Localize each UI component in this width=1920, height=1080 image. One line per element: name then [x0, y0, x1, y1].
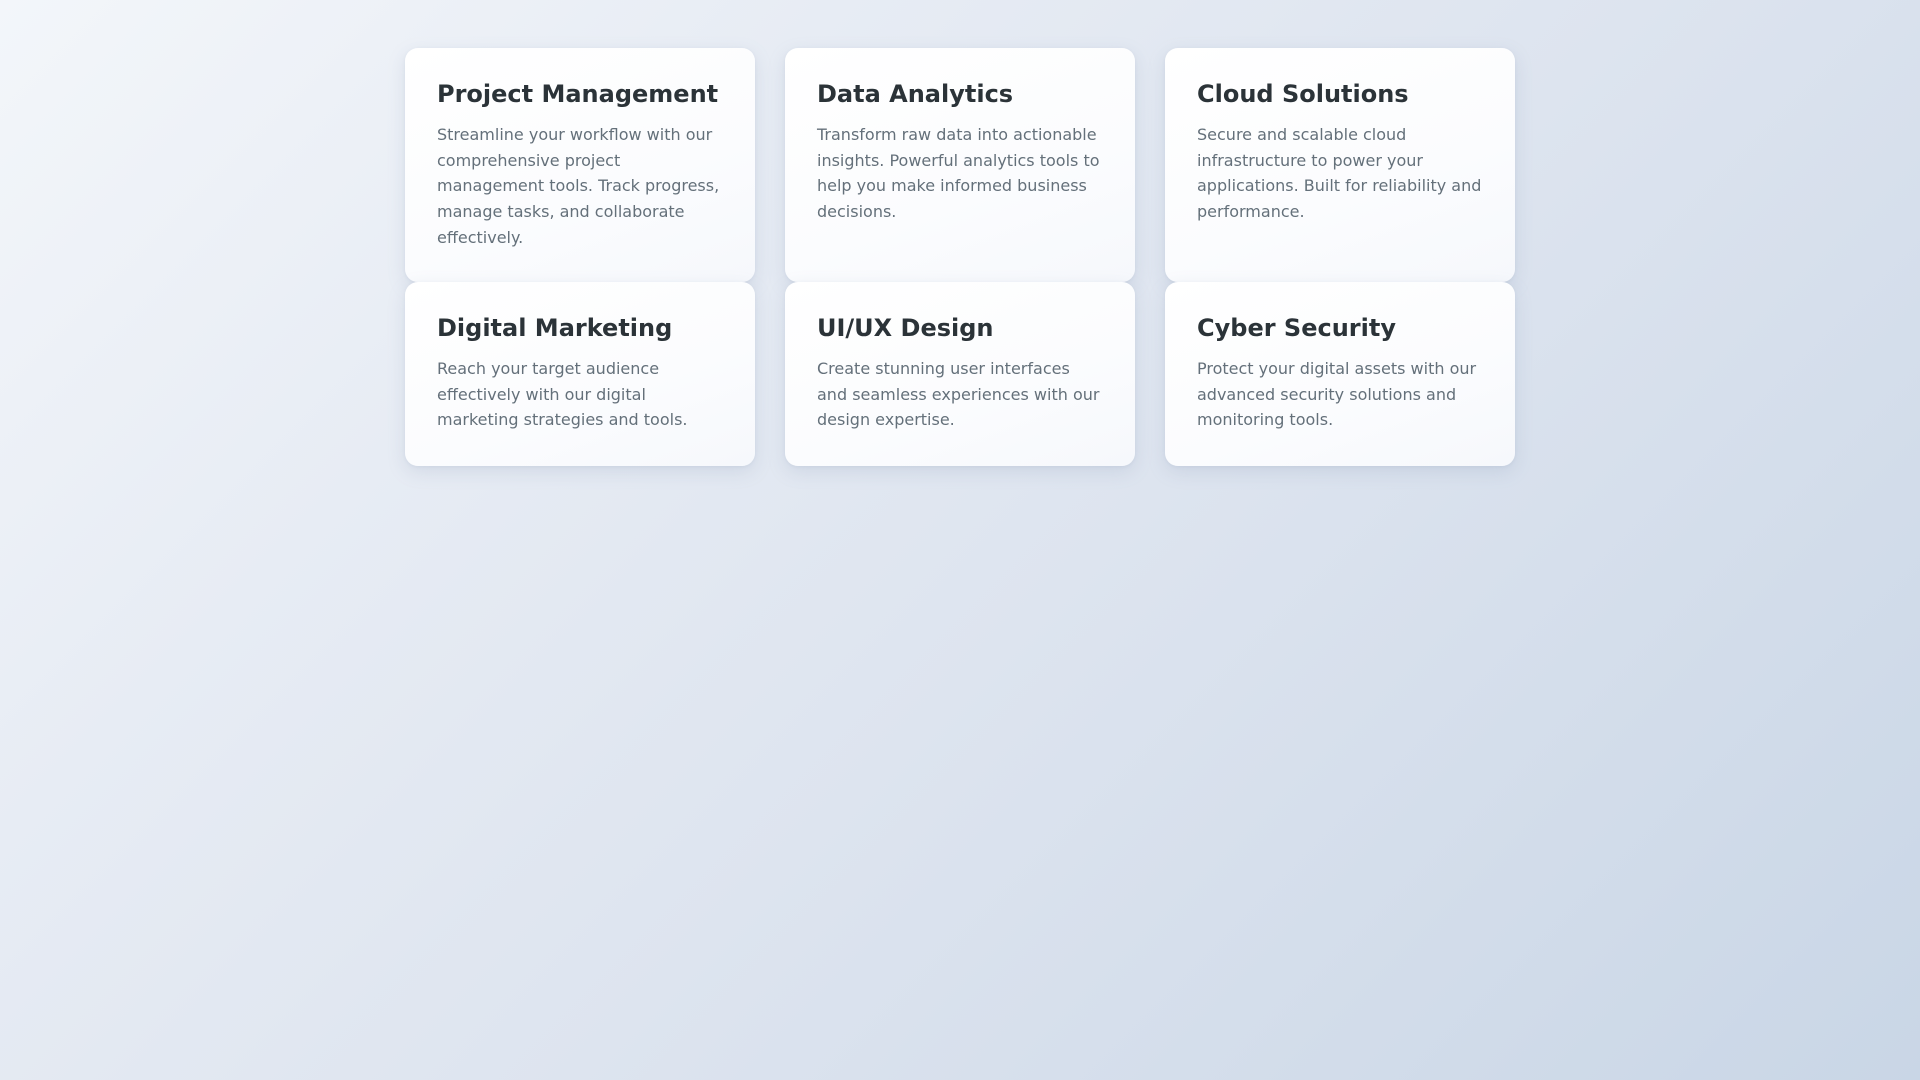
- card-ui-ux-design[interactable]: UI/UX Design Create stunning user interf…: [785, 282, 1135, 466]
- card-title: UI/UX Design: [817, 314, 994, 342]
- card-description: Transform raw data into actionable insig…: [817, 125, 1100, 222]
- card-description: Protect your digital assets with our adv…: [1197, 359, 1477, 430]
- card-cyber-security[interactable]: Cyber Security Protect your digital asse…: [1165, 282, 1515, 466]
- card-title: Cloud Solutions: [1197, 80, 1409, 108]
- service-cards-grid: Project Management Streamline your workf…: [405, 48, 1515, 466]
- card-title: Cyber Security: [1197, 314, 1396, 342]
- card-description: Streamline your workflow with our compre…: [437, 125, 720, 247]
- card-title: Digital Marketing: [437, 314, 673, 342]
- card-description: Secure and scalable cloud infrastructure…: [1197, 125, 1482, 222]
- card-project-management[interactable]: Project Management Streamline your workf…: [405, 48, 755, 282]
- card-description: Create stunning user interfaces and seam…: [817, 359, 1100, 430]
- card-digital-marketing[interactable]: Digital Marketing Reach your target audi…: [405, 282, 755, 466]
- card-title: Project Management: [437, 80, 719, 108]
- card-description: Reach your target audience effectively w…: [437, 359, 688, 430]
- card-title: Data Analytics: [817, 80, 1014, 108]
- card-data-analytics[interactable]: Data Analytics Transform raw data into a…: [785, 48, 1135, 282]
- card-cloud-solutions[interactable]: Cloud Solutions Secure and scalable clou…: [1165, 48, 1515, 282]
